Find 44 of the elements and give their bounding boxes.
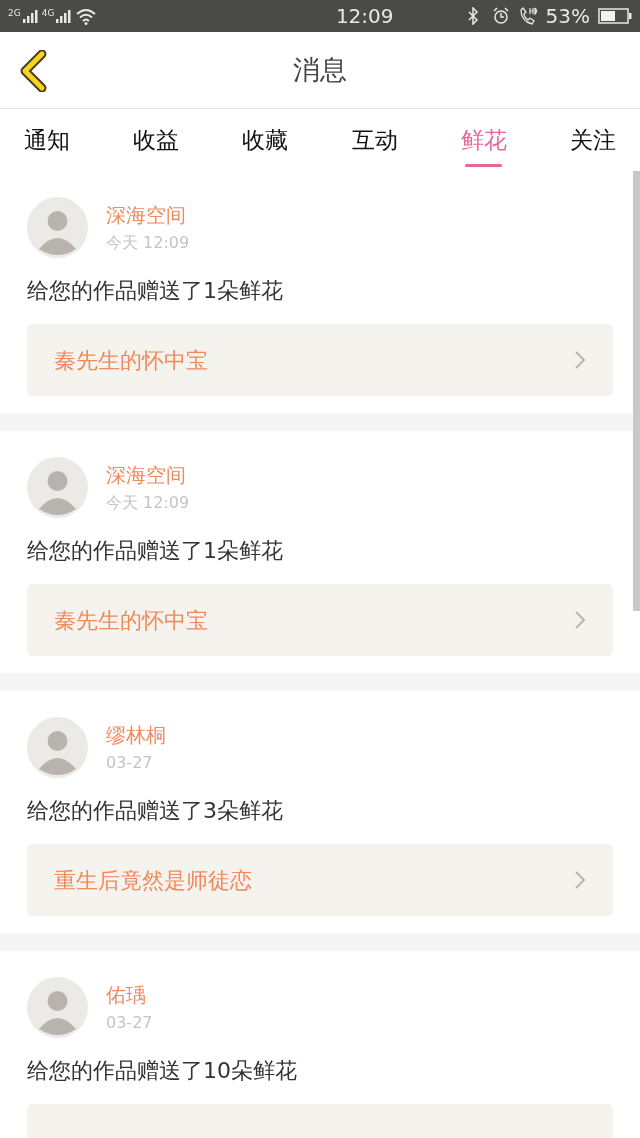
- avatar-icon[interactable]: [27, 717, 88, 778]
- signal-icon: [55, 9, 72, 23]
- user-name[interactable]: 缪林桐: [106, 722, 166, 747]
- avatar-icon[interactable]: [27, 197, 88, 258]
- avatar-icon[interactable]: [27, 457, 88, 518]
- book-title: 秦先生的怀中宝: [54, 606, 209, 635]
- tab[interactable]: 鲜花: [460, 109, 507, 171]
- back-icon[interactable]: [18, 50, 48, 92]
- wifi-icon: [75, 7, 98, 25]
- tab[interactable]: 收藏: [242, 109, 289, 171]
- user-name[interactable]: 深海空间: [106, 202, 190, 227]
- timestamp: 今天 12:09: [106, 232, 190, 253]
- tab-indicator: [465, 164, 503, 167]
- user-name[interactable]: 深海空间: [106, 462, 190, 487]
- user-name[interactable]: 佑瑀: [106, 982, 153, 1007]
- chevron-right-icon: [574, 610, 586, 630]
- book-card[interactable]: 重生后竟然是师徒恋: [27, 844, 613, 916]
- book-card[interactable]: 秦先生的怀中宝: [27, 584, 613, 656]
- book-title: 重生后竟然是师徒恋: [54, 866, 253, 895]
- network-label: 4G: [41, 9, 55, 18]
- clock: 12:09: [335, 6, 394, 26]
- avatar-icon[interactable]: [27, 977, 88, 1038]
- signal-icon: [21, 9, 38, 23]
- timestamp: 今天 12:09: [106, 492, 190, 513]
- network-label: 2G: [8, 9, 21, 18]
- book-card[interactable]: 秦先生的怀中宝: [27, 324, 613, 396]
- tab[interactable]: 互动: [351, 109, 398, 171]
- alarm-clock-icon: [491, 7, 511, 25]
- hd-call-icon: [518, 7, 538, 25]
- battery-percentage: 53%: [545, 6, 590, 26]
- message-text: 给您的作品赠送了10朵鲜花: [27, 1057, 298, 1085]
- message-text: 给您的作品赠送了1朵鲜花: [27, 537, 284, 565]
- message-text: 给您的作品赠送了1朵鲜花: [27, 277, 284, 305]
- chevron-right-icon: [574, 350, 586, 370]
- message-text: 给您的作品赠送了3朵鲜花: [27, 797, 284, 825]
- tab[interactable]: 通知: [24, 109, 70, 171]
- tab[interactable]: 关注: [569, 109, 616, 171]
- page-title: 消息: [293, 52, 347, 87]
- book-title: 秦先生的怀中宝: [54, 346, 209, 375]
- tab[interactable]: 收益: [133, 109, 180, 171]
- battery-icon: [598, 7, 632, 25]
- timestamp: 03-27: [106, 1012, 153, 1033]
- chevron-right-icon: [574, 870, 586, 890]
- timestamp: 03-27: [106, 752, 154, 773]
